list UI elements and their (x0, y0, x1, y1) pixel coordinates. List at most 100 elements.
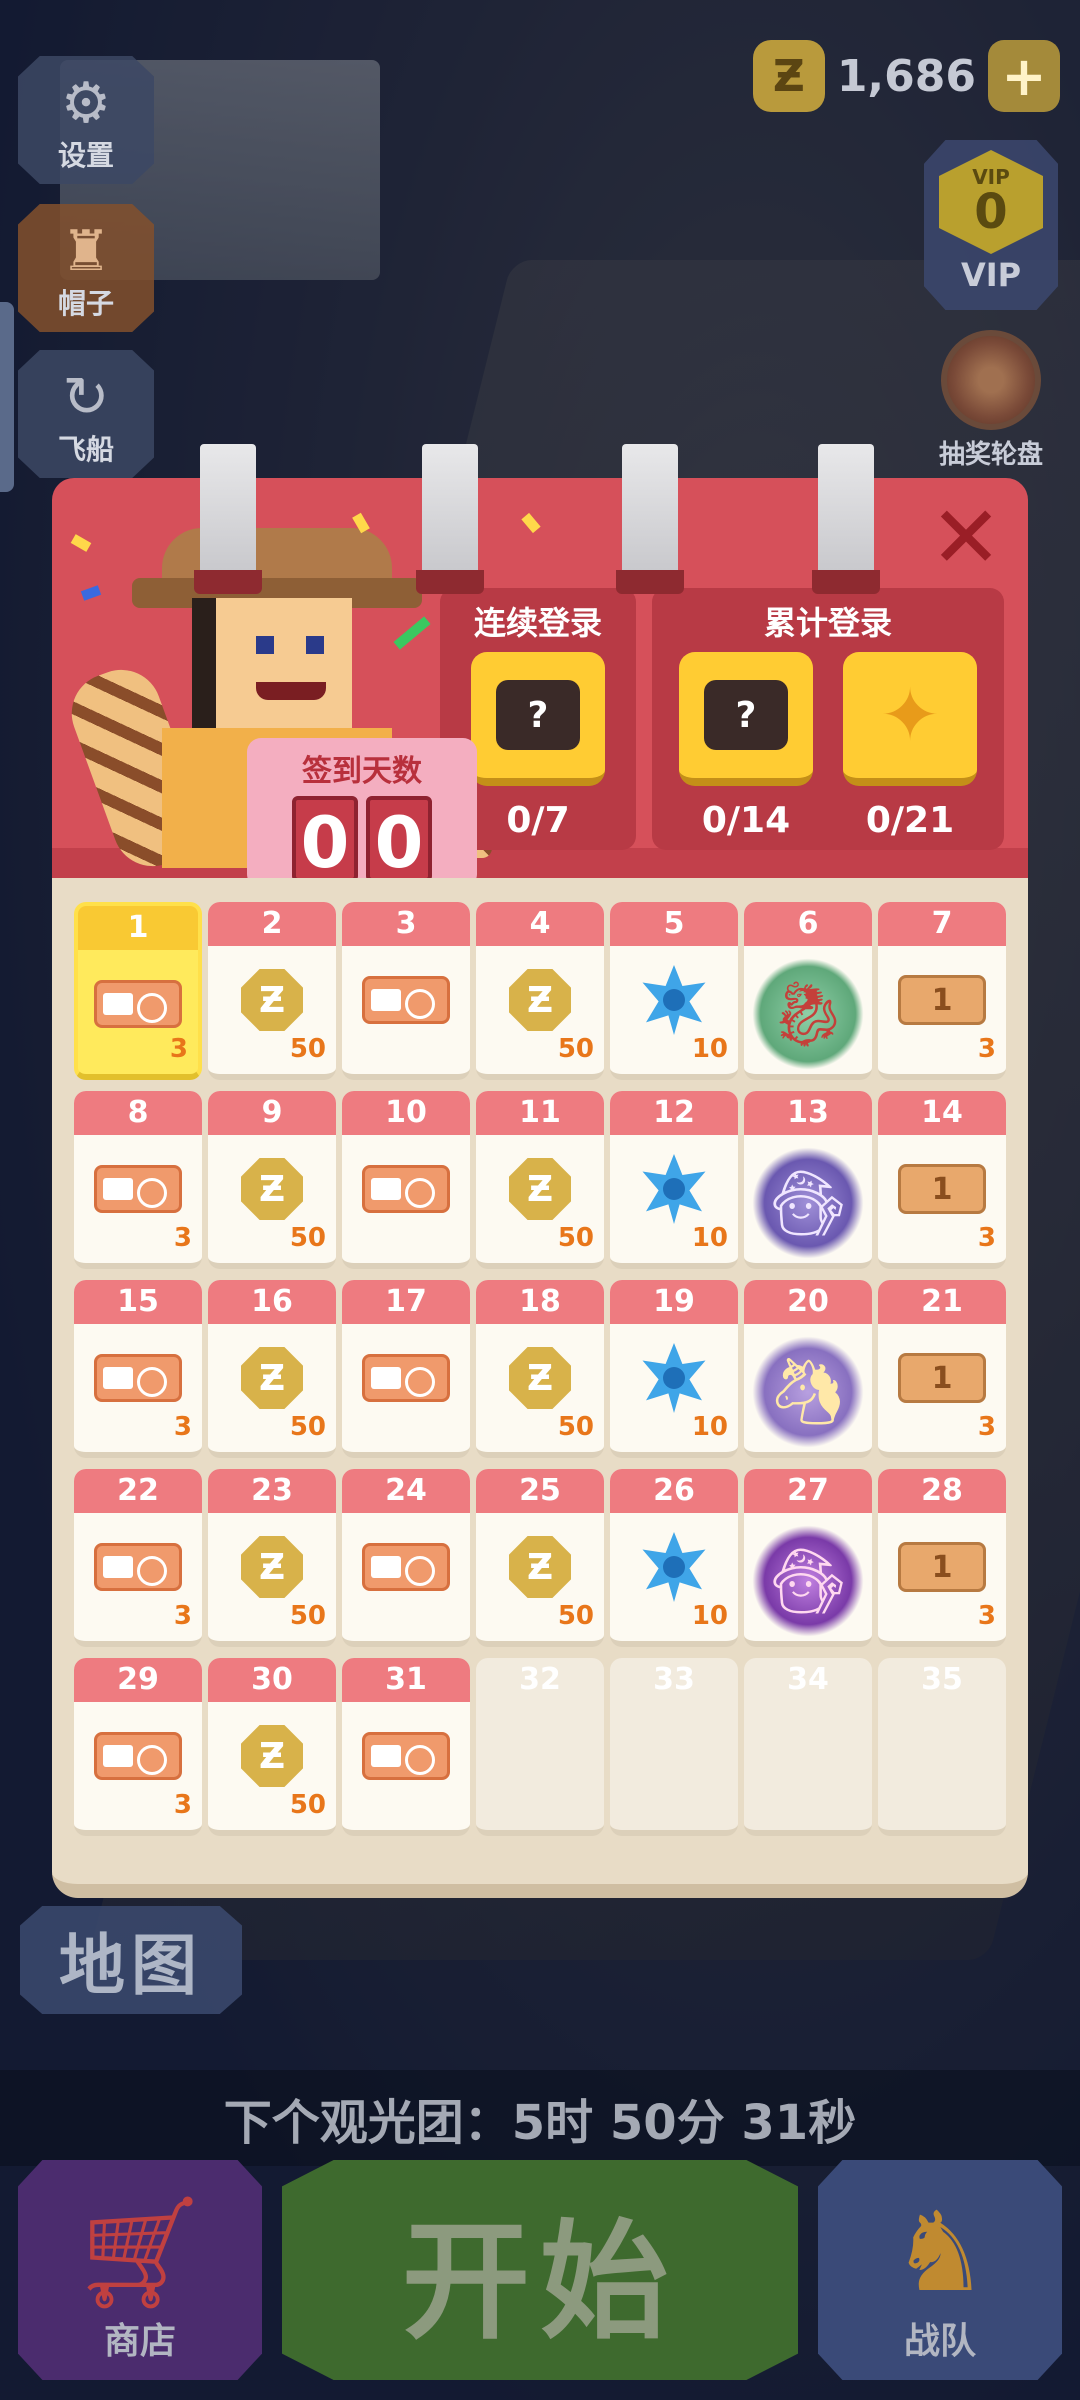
shop-button[interactable]: 🛒︎ 商店 (18, 2160, 262, 2380)
vip-label: VIP (960, 256, 1022, 294)
coin-icon: Ƶ (241, 969, 303, 1031)
hat-icon: ♜ (60, 219, 112, 284)
day-number: 29 (74, 1658, 202, 1702)
calendar-day-cell[interactable]: 9 Ƶ 50 (208, 1091, 336, 1269)
character-eye (306, 636, 324, 654)
calendar-day-cell[interactable]: 18 Ƶ 50 (476, 1280, 604, 1458)
coin-icon: Ƶ (752, 40, 825, 112)
character-face (192, 598, 352, 728)
reward-quantity: 3 (977, 1412, 996, 1442)
blue-star-gem-icon (642, 1154, 706, 1224)
day-number: 1 (78, 906, 198, 950)
calendar-day-cell[interactable]: 5 10 (610, 902, 738, 1080)
calendar-day-cell[interactable]: 13 🧙︎ (744, 1091, 872, 1269)
blue-star-gem-icon (642, 1343, 706, 1413)
vip-ticket-icon: 1 (898, 975, 986, 1025)
reward-icon-wrap (74, 1718, 202, 1794)
mystery-silhouette-icon: ? (704, 680, 788, 750)
calendar-day-cell[interactable]: 16 Ƶ 50 (208, 1280, 336, 1458)
reward-quantity: 50 (289, 1601, 326, 1631)
calendar-day-cell[interactable]: 17 (342, 1280, 470, 1458)
calendar-day-cell[interactable]: 3 (342, 902, 470, 1080)
reward-quantity: 50 (289, 1223, 326, 1253)
reward-quantity: 50 (557, 1601, 594, 1631)
add-coins-button[interactable]: + (988, 40, 1060, 112)
day-number: 34 (787, 1662, 829, 1697)
reward-icon-wrap: Ƶ (476, 1340, 604, 1416)
calendar-day-cell: 32 (476, 1658, 604, 1836)
calendar-day-cell[interactable]: 2 Ƶ 50 (208, 902, 336, 1080)
calendar-day-cell[interactable]: 29 3 (74, 1658, 202, 1836)
calendar-day-cell[interactable]: 24 (342, 1469, 470, 1647)
consecutive-reward-7[interactable]: ? 0/7 (471, 652, 605, 841)
calendar-day-cell[interactable]: 4 Ƶ 50 (476, 902, 604, 1080)
cumulative-reward-21[interactable]: ✦ 0/21 (843, 652, 977, 841)
calendar-day-cell[interactable]: 31 (342, 1658, 470, 1836)
reward-progress: 0/21 (865, 800, 955, 841)
edge-tab[interactable] (0, 302, 14, 492)
day-number: 4 (476, 902, 604, 946)
calendar-day-cell[interactable]: 15 3 (74, 1280, 202, 1458)
day-number: 27 (744, 1469, 872, 1513)
reward-quantity: 50 (289, 1790, 326, 1820)
ticket-icon (94, 1543, 182, 1591)
day-number: 2 (208, 902, 336, 946)
calendar-day-cell[interactable]: 12 10 (610, 1091, 738, 1269)
calendar-day-cell[interactable]: 6 🐉︎ (744, 902, 872, 1080)
day-number: 3 (342, 902, 470, 946)
day-number: 21 (878, 1280, 1006, 1324)
calendar-day-cell[interactable]: 7 1 3 (878, 902, 1006, 1080)
hat-button[interactable]: ♜ 帽子 (18, 204, 154, 332)
reward-icon-wrap (610, 1340, 738, 1416)
close-button[interactable]: ✕ (926, 495, 1006, 581)
calendar-day-cell[interactable]: 14 1 3 (878, 1091, 1006, 1269)
calendar-day-cell[interactable]: 21 1 3 (878, 1280, 1006, 1458)
calendar-day-cell[interactable]: 23 Ƶ 50 (208, 1469, 336, 1647)
day-number: 32 (519, 1662, 561, 1697)
reward-icon-wrap (74, 1151, 202, 1227)
vip-button[interactable]: VIP 0 VIP (924, 140, 1058, 310)
calendar-day-cell[interactable]: 13 (74, 902, 202, 1080)
map-button[interactable]: 地图 (20, 1906, 242, 2014)
settings-button[interactable]: ⚙ 设置 (18, 56, 154, 184)
reward-icon-wrap (342, 1151, 470, 1227)
reward-quantity: 10 (691, 1034, 728, 1064)
coin-icon: Ƶ (241, 1536, 303, 1598)
reward-quantity: 3 (173, 1223, 192, 1253)
day-number: 13 (744, 1091, 872, 1135)
reward-quantity: 3 (173, 1601, 192, 1631)
calendar-day-cell[interactable]: 83 (74, 1091, 202, 1269)
calendar-rings (52, 444, 1028, 594)
day-number: 5 (610, 902, 738, 946)
calendar-day-cell[interactable]: 11 Ƶ 50 (476, 1091, 604, 1269)
team-label: 战队 (903, 2321, 976, 2362)
calendar-day-cell[interactable]: 22 3 (74, 1469, 202, 1647)
ticket-icon (362, 1165, 450, 1213)
day-number: 14 (878, 1091, 1006, 1135)
reward-icon-wrap: Ƶ (208, 1718, 336, 1794)
day-number: 16 (208, 1280, 336, 1324)
signin-days-title: 签到天数 (302, 754, 422, 789)
calendar-day-cell[interactable]: 19 10 (610, 1280, 738, 1458)
calendar-day-cell[interactable]: 28 1 3 (878, 1469, 1006, 1647)
team-button[interactable]: ♞ 战队 (818, 2160, 1062, 2380)
start-button[interactable]: 开始 (282, 2160, 798, 2380)
ticket-icon (94, 1165, 182, 1213)
calendar-day-cell[interactable]: 27 🧙︎ (744, 1469, 872, 1647)
calendar-day-cell[interactable]: 10 (342, 1091, 470, 1269)
blue-star-gem-icon (642, 965, 706, 1035)
cumulative-reward-14[interactable]: ? 0/14 (679, 652, 813, 841)
reward-icon-wrap: 🦄︎ (744, 1326, 872, 1452)
currency-bar: Ƶ 1,686 + (752, 36, 1060, 116)
calendar-day-cell[interactable]: 25 Ƶ 50 (476, 1469, 604, 1647)
day-number: 18 (476, 1280, 604, 1324)
character-eye (256, 636, 274, 654)
settings-label: 设置 (57, 139, 114, 172)
calendar-day-cell[interactable]: 30 Ƶ 50 (208, 1658, 336, 1836)
calendar-day-cell[interactable]: 26 10 (610, 1469, 738, 1647)
reward-icon-wrap: 1 (878, 1151, 1006, 1227)
reward-quantity: 50 (289, 1034, 326, 1064)
calendar-day-grid: 1 3 2 Ƶ 50 3 4 Ƶ 50 5 10 6 🐉︎ 7 1 3 8 3 9 Ƶ 50 10 11 Ƶ 50 12 10 13 🧙… (74, 902, 1006, 1836)
calendar-day-cell: 33 (610, 1658, 738, 1836)
calendar-day-cell[interactable]: 20 🦄︎ (744, 1280, 872, 1458)
